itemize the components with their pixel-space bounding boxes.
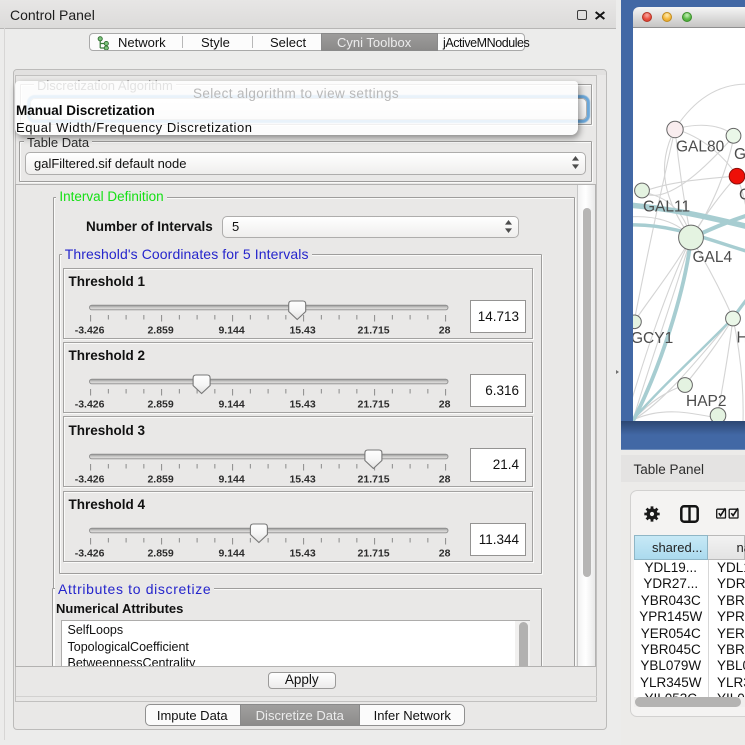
svg-text:15.43: 15.43 [289,325,315,337]
svg-text:9.144: 9.144 [218,399,244,411]
svg-text:15.43: 15.43 [289,399,315,411]
svg-text:9.144: 9.144 [218,548,244,560]
svg-text:-3.426: -3.426 [75,548,105,560]
svg-text:2.859: 2.859 [147,473,173,485]
svg-text:28: 28 [439,473,451,485]
svg-text:GAL80: GAL80 [676,139,725,156]
svg-text:CY: CY [739,187,745,204]
svg-text:-3.426: -3.426 [75,473,105,485]
svg-text:21.715: 21.715 [358,325,390,337]
svg-text:9.144: 9.144 [218,473,244,485]
svg-text:GAL4: GAL4 [692,249,732,266]
svg-text:H: H [736,330,745,347]
svg-text:HAP2: HAP2 [686,393,727,410]
svg-text:15.43: 15.43 [289,473,315,485]
svg-text:9.144: 9.144 [218,325,244,337]
svg-text:21.715: 21.715 [358,473,390,485]
svg-text:28: 28 [439,548,451,560]
svg-text:-3.426: -3.426 [75,399,105,411]
svg-text:GAL11: GAL11 [643,199,690,216]
svg-text:2.859: 2.859 [147,325,173,337]
svg-text:2.859: 2.859 [147,399,173,411]
svg-text:28: 28 [439,325,451,337]
svg-text:15.43: 15.43 [289,548,315,560]
svg-text:GA: GA [734,146,745,163]
svg-text:2.859: 2.859 [147,548,173,560]
svg-text:28: 28 [439,399,451,411]
svg-text:GCY1: GCY1 [633,330,673,347]
svg-text:21.715: 21.715 [358,548,390,560]
svg-text:-3.426: -3.426 [75,325,105,337]
svg-text:21.715: 21.715 [358,399,390,411]
